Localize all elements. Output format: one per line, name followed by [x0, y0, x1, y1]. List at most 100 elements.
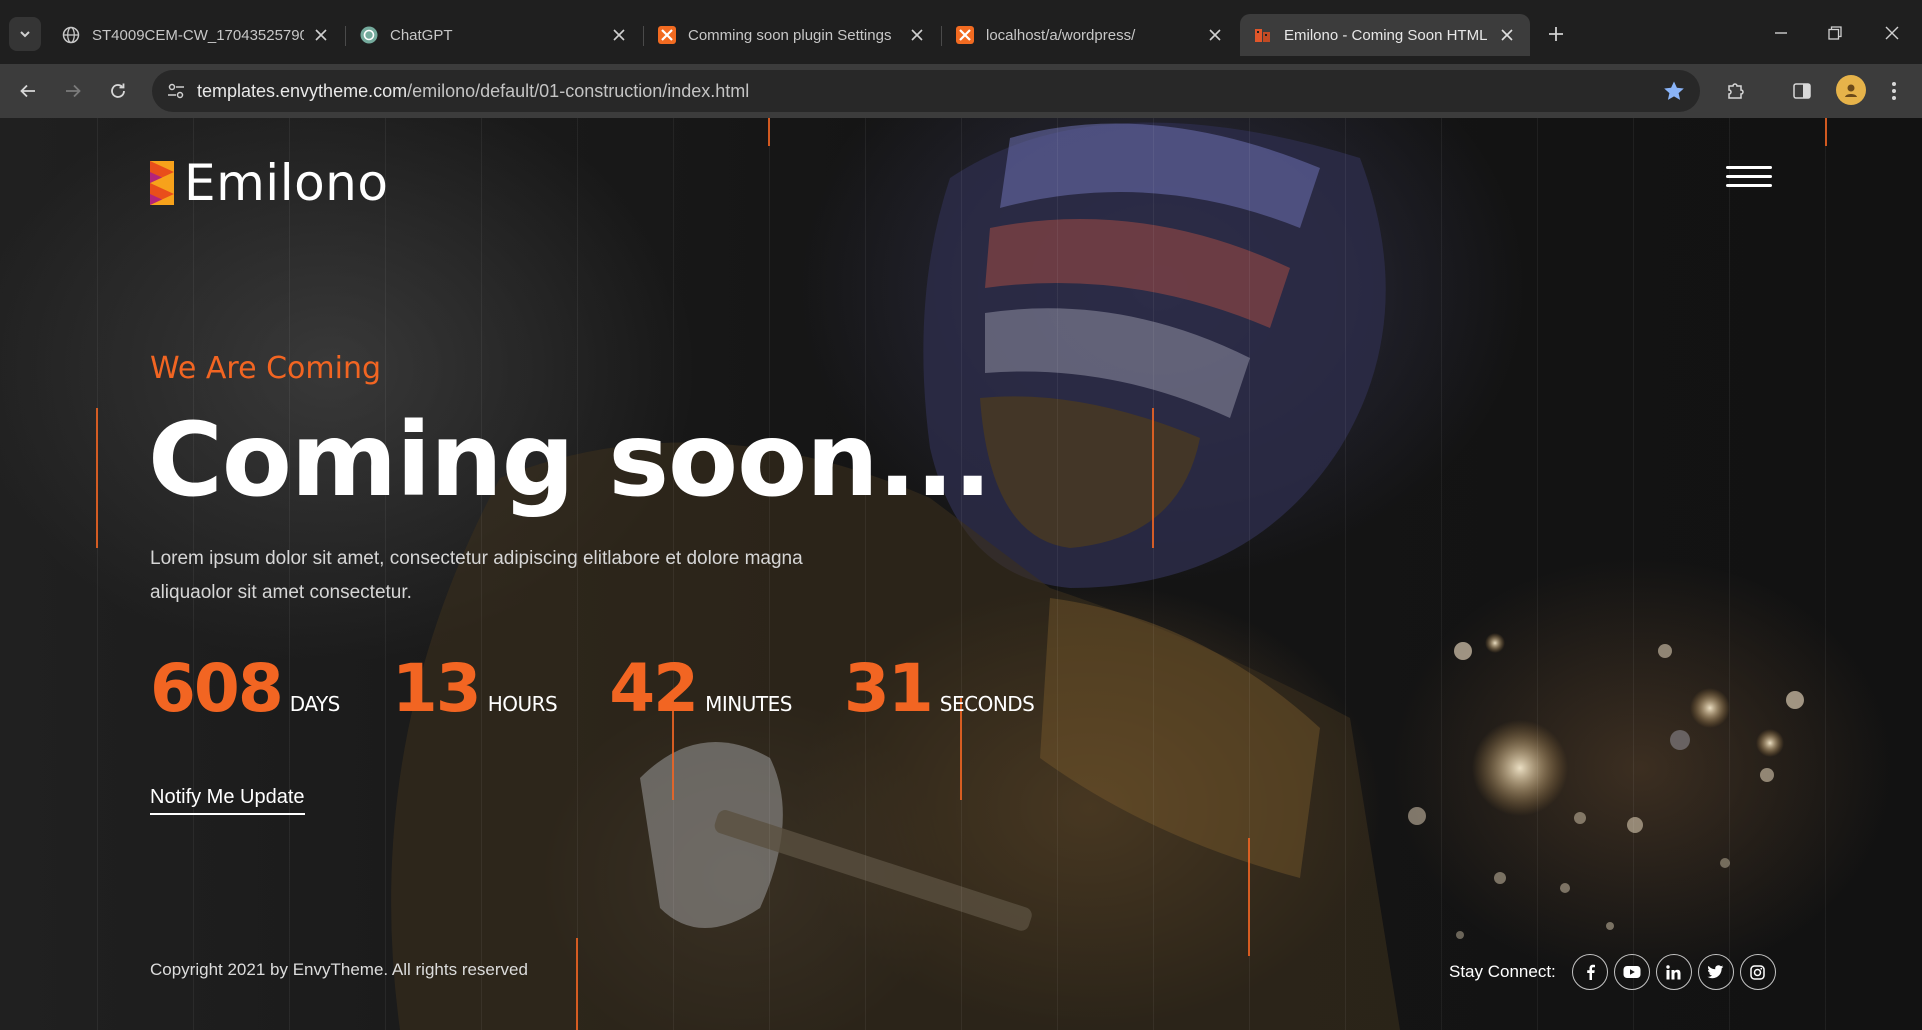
hamburger-menu-button[interactable]	[1726, 166, 1772, 192]
instagram-icon	[1750, 964, 1766, 980]
url-text[interactable]: templates.envytheme.com/emilono/default/…	[197, 81, 749, 102]
coming-soon-page: Emilono We Are Coming Coming soon... Lor…	[0, 118, 1922, 1030]
facebook-icon	[1586, 964, 1595, 980]
url-host: templates.envytheme.com	[197, 81, 408, 101]
countdown-minutes-label: MINUTES	[705, 692, 792, 716]
close-icon[interactable]	[1498, 26, 1516, 44]
grid-line	[1825, 118, 1826, 1030]
emilono-logo-mark-icon	[150, 161, 174, 205]
close-icon[interactable]	[1206, 26, 1224, 44]
tab-chatgpt[interactable]: ChatGPT	[346, 14, 642, 56]
lead-paragraph: Lorem ipsum dolor sit amet, consectetur …	[150, 548, 803, 603]
site-logo[interactable]: Emilono	[150, 154, 388, 212]
xampp-icon	[956, 26, 974, 44]
tab-coursework[interactable]: ST4009CEM-CW_170435257902	[48, 14, 344, 56]
countdown-hours-label: HOURS	[487, 692, 558, 716]
countdown-seconds: 31 SECONDS	[843, 650, 1035, 727]
browser-menu-button[interactable]	[1880, 77, 1908, 105]
menu-bar	[1726, 184, 1772, 187]
url-path: /emilono/default/01-construction/index.h…	[407, 81, 750, 101]
menu-bar	[1726, 166, 1772, 169]
minimize-icon	[1775, 32, 1787, 34]
back-button[interactable]	[14, 77, 42, 105]
grid-line	[1633, 118, 1634, 1030]
grid-line	[961, 118, 962, 1030]
side-panel-icon	[1793, 83, 1811, 99]
accent-line	[96, 408, 98, 548]
close-icon[interactable]	[610, 26, 628, 44]
page-headline: Coming soon...	[148, 401, 992, 520]
puzzle-icon	[1728, 83, 1744, 99]
countdown-seconds-label: SECONDS	[939, 692, 1035, 716]
close-icon[interactable]	[312, 26, 330, 44]
accent-line	[576, 938, 578, 1030]
new-tab-button[interactable]	[1542, 20, 1570, 48]
countdown-hours: 13 HOURS	[392, 650, 558, 727]
close-window-button[interactable]	[1877, 18, 1907, 48]
close-icon[interactable]	[908, 26, 926, 44]
grid-line	[1441, 118, 1442, 1030]
grid-line	[1537, 118, 1538, 1030]
globe-icon	[62, 26, 80, 44]
youtube-link[interactable]	[1613, 954, 1650, 990]
chatgpt-icon	[360, 26, 378, 44]
countdown-days-value: 608	[150, 650, 284, 727]
tab-emilono[interactable]: Emilono - Coming Soon HTML	[1240, 14, 1530, 56]
restore-button[interactable]	[1820, 18, 1850, 48]
youtube-icon	[1623, 966, 1641, 978]
twitter-link[interactable]	[1697, 954, 1734, 990]
profile-avatar[interactable]	[1836, 75, 1866, 105]
grid-line	[1153, 118, 1154, 1030]
xampp-icon	[658, 26, 676, 44]
plus-icon	[1549, 27, 1563, 41]
social-links: Stay Connect:	[1449, 954, 1776, 990]
linkedin-icon	[1666, 964, 1681, 979]
countdown-minutes: 42 MINUTES	[609, 650, 792, 727]
menu-bar	[1726, 175, 1772, 178]
extensions-button[interactable]	[1722, 77, 1750, 105]
accent-line	[768, 118, 770, 146]
notify-me-link[interactable]: Notify Me Update	[150, 786, 305, 815]
facebook-link[interactable]	[1571, 954, 1608, 990]
address-bar[interactable]: templates.envytheme.com/emilono/default/…	[152, 70, 1700, 112]
reload-button[interactable]	[104, 77, 132, 105]
countdown-days: 608 DAYS	[150, 650, 340, 727]
brand-name: Emilono	[184, 154, 389, 212]
close-icon	[1885, 26, 1899, 40]
arrow-left-icon	[20, 84, 35, 98]
tab-localhost-wordpress[interactable]: localhost/a/wordpress/	[942, 14, 1238, 56]
linkedin-link[interactable]	[1655, 954, 1692, 990]
restore-icon	[1828, 26, 1842, 40]
countdown-minutes-value: 42	[609, 650, 699, 727]
arrow-right-icon	[66, 84, 81, 98]
site-info-icon[interactable]	[166, 81, 186, 101]
accent-line	[1248, 838, 1250, 956]
grid-line	[97, 118, 98, 1030]
copyright-text: Copyright 2021 by EnvyTheme. All rights …	[150, 960, 528, 979]
browser-tab-bar: ST4009CEM-CW_170435257902 ChatGPT Commin…	[0, 0, 1922, 64]
instagram-link[interactable]	[1739, 954, 1776, 990]
grid-line	[1057, 118, 1058, 1030]
accent-line	[1152, 408, 1154, 548]
tab-label: ChatGPT	[390, 26, 453, 44]
emilono-icon	[1254, 26, 1272, 44]
forward-button[interactable]	[59, 77, 87, 105]
tab-plugin-settings[interactable]: Comming soon plugin Settings	[644, 14, 940, 56]
tab-search-button[interactable]	[9, 17, 41, 51]
browser-toolbar: templates.envytheme.com/emilono/default/…	[0, 64, 1922, 118]
chevron-down-icon	[20, 31, 30, 38]
twitter-icon	[1707, 965, 1724, 979]
eyebrow-title: We Are Coming	[150, 351, 382, 386]
grid-line	[1345, 118, 1346, 1030]
side-panel-button[interactable]	[1788, 77, 1816, 105]
countdown-timer: 608 DAYS 13 HOURS 42 MINUTES 31 SECONDS	[150, 650, 1035, 727]
reload-icon	[111, 83, 125, 98]
countdown-seconds-value: 31	[843, 650, 934, 727]
countdown-days-label: DAYS	[289, 692, 341, 716]
accent-line	[1825, 118, 1827, 146]
tab-label: ST4009CEM-CW_170435257902	[92, 26, 304, 44]
grid-line	[1729, 118, 1730, 1030]
bookmark-star-icon[interactable]	[1662, 79, 1686, 103]
tab-label: Comming soon plugin Settings	[688, 26, 892, 44]
minimize-button[interactable]	[1766, 18, 1796, 48]
